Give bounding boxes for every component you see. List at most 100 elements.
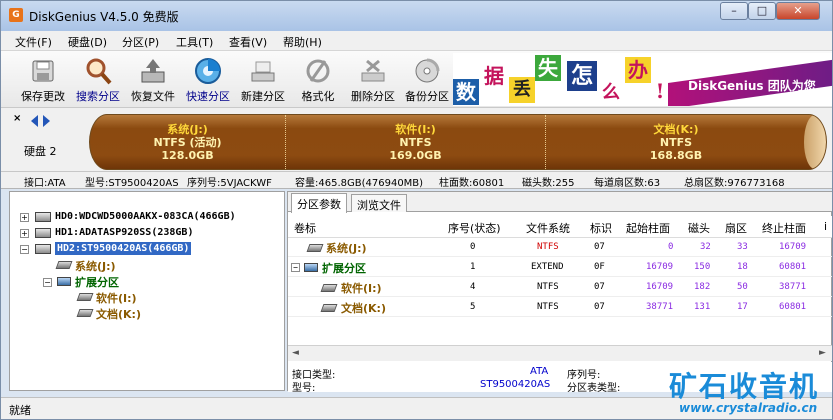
table-row[interactable]: 软件(I:) 4 NTFS 07 16709 182 50 38771 [288,278,832,297]
banner-char: 数 [453,79,479,105]
partition-size: 128.0GB [161,149,214,162]
banner-char: 办 [625,57,651,83]
info-cylinders: 柱面数:60801 [439,178,505,189]
menu-partition[interactable]: 分区(P) [122,34,159,50]
maximize-button[interactable]: □ [748,2,776,20]
save-changes-button[interactable]: 保存更改 [16,53,70,105]
close-button[interactable]: ✕ [776,2,820,20]
tab-browse-files[interactable]: 浏览文件 [351,194,407,212]
row-name: 系统(J:) [326,242,367,255]
table-row[interactable]: − 扩展分区 1 EXTEND 0F 16709 150 18 60801 [288,258,832,277]
header-more[interactable]: i [824,220,827,233]
collapse-toggle[interactable]: − [43,278,52,287]
row-head: 131 [694,302,711,312]
header-id[interactable]: 标识 [590,220,612,236]
format-button[interactable]: 格式化 [291,53,345,105]
backup-partition-button[interactable]: 备份分区 [400,53,454,105]
header-start-cyl[interactable]: 起始柱面 [626,220,670,236]
partition-map: 系统(J:) NTFS (活动) 128.0GB 软件(I:) NTFS 169… [89,114,827,170]
row-id: 07 [594,282,605,292]
info-serial: 序列号:5VJACKWF [187,178,272,189]
disk-map-bar: × 硬盘 2 系统(J:) NTFS (活动) 128.0GB 软件(I:) N… [1,108,832,172]
close-panel-icon[interactable]: × [13,113,21,124]
delete-partition-label: 删除分区 [351,90,395,103]
header-end-cyl[interactable]: 终止柱面 [762,220,806,236]
tree-partition-docs[interactable]: 文档(K:) [96,306,141,322]
info-model: 型号:ST9500420AS [85,178,179,189]
horizontal-scrollbar[interactable]: ◄ ► [288,345,832,361]
disk-label: 硬盘 2 [24,145,57,158]
watermark-title: 矿石收音机 [669,370,820,403]
delete-partition-button[interactable]: 删除分区 [346,53,400,105]
tree-disk-hd0[interactable]: HD0:WDCWD5000AAKX-083CA(466GB) [55,211,236,222]
table-row[interactable]: 文档(K:) 5 NTFS 07 38771 131 17 60801 [288,298,832,317]
collapse-toggle[interactable]: − [20,245,29,254]
ad-banner[interactable]: 数 据 丢 失 怎 么 办 ! DiskGenius 团队为您 [453,53,832,106]
save-changes-label: 保存更改 [21,90,65,103]
row-index: 1 [470,262,476,272]
expand-toggle[interactable]: + [20,213,29,222]
tree-disk-hd2[interactable]: HD2:ST9500420AS(466GB) [55,242,192,255]
partition-block-docs[interactable]: 文档(K:) NTFS 168.8GB [546,115,806,169]
quick-partition-button[interactable]: 快速分区 [181,53,235,105]
menu-file[interactable]: 文件(F) [15,34,52,50]
title-bar: G DiskGenius V4.5.0 免费版 – □ ✕ [1,1,832,31]
tree-partition-software[interactable]: 软件(I:) [96,290,137,306]
row-start-cyl: 16709 [646,282,674,292]
row-start-cyl: 16709 [646,262,674,272]
row-fs: NTFS [537,302,559,312]
row-sector: 18 [737,262,748,272]
tree-partition-extended[interactable]: 扩展分区 [75,274,119,290]
next-disk-icon[interactable] [43,115,50,127]
row-head: 32 [700,242,711,252]
scroll-right-icon[interactable]: ► [819,348,826,358]
table-row[interactable]: 系统(J:) 0 NTFS 07 0 32 33 16709 [288,238,832,257]
collapse-toggle[interactable]: − [291,263,300,272]
tab-partition-params[interactable]: 分区参数 [291,193,347,213]
quick-partition-icon [195,58,221,84]
header-head[interactable]: 磁头 [688,220,710,236]
prev-disk-icon[interactable] [31,115,38,127]
row-head: 182 [694,282,711,292]
header-fs[interactable]: 文件系统 [526,220,570,236]
row-fs: NTFS [537,282,559,292]
table-header: 卷标 序号(状态) 文件系统 标识 起始柱面 磁头 扇区 终止柱面 i [288,216,832,238]
info-heads: 磁头数:255 [522,178,575,189]
app-logo-icon: G [9,8,23,22]
menu-disk[interactable]: 硬盘(D) [68,34,107,50]
cylinder-cap [804,115,826,169]
row-end-cyl: 60801 [779,262,807,272]
interface-type-value: ATA [530,366,549,377]
tree-partition-system[interactable]: 系统(J:) [75,258,116,274]
partition-fs: NTFS [659,136,693,149]
row-sector: 50 [737,282,748,292]
row-id: 07 [594,242,605,252]
row-sector: 17 [737,302,748,312]
delete-icon [361,59,385,82]
row-end-cyl: 38771 [779,282,807,292]
expand-toggle[interactable]: + [20,229,29,238]
new-partition-icon [251,61,275,82]
minimize-button[interactable]: – [720,2,748,20]
recover-files-button[interactable]: 恢复文件 [126,53,180,105]
row-id: 07 [594,302,605,312]
tree-disk-hd1[interactable]: HD1:ADATASP920SS(238GB) [55,227,193,238]
menu-view[interactable]: 查看(V) [229,34,267,50]
search-partition-button[interactable]: 搜索分区 [71,53,125,105]
header-sector[interactable]: 扇区 [725,220,747,236]
backup-partition-label: 备份分区 [405,90,449,103]
banner-char: ! [655,79,665,103]
row-start-cyl: 38771 [646,302,674,312]
partition-block-system[interactable]: 系统(J:) NTFS (活动) 128.0GB [90,115,286,169]
header-volume[interactable]: 卷标 [294,220,316,236]
new-partition-button[interactable]: 新建分区 [236,53,290,105]
partition-block-software[interactable]: 软件(I:) NTFS 169.0GB [286,115,546,169]
partition-icon [76,293,94,301]
partition-icon [55,261,73,269]
backup-icon [415,58,440,83]
header-index[interactable]: 序号(状态) [448,220,501,236]
row-end-cyl: 60801 [779,302,807,312]
menu-tools[interactable]: 工具(T) [176,34,213,50]
scroll-left-icon[interactable]: ◄ [292,348,299,358]
menu-help[interactable]: 帮助(H) [283,34,322,50]
